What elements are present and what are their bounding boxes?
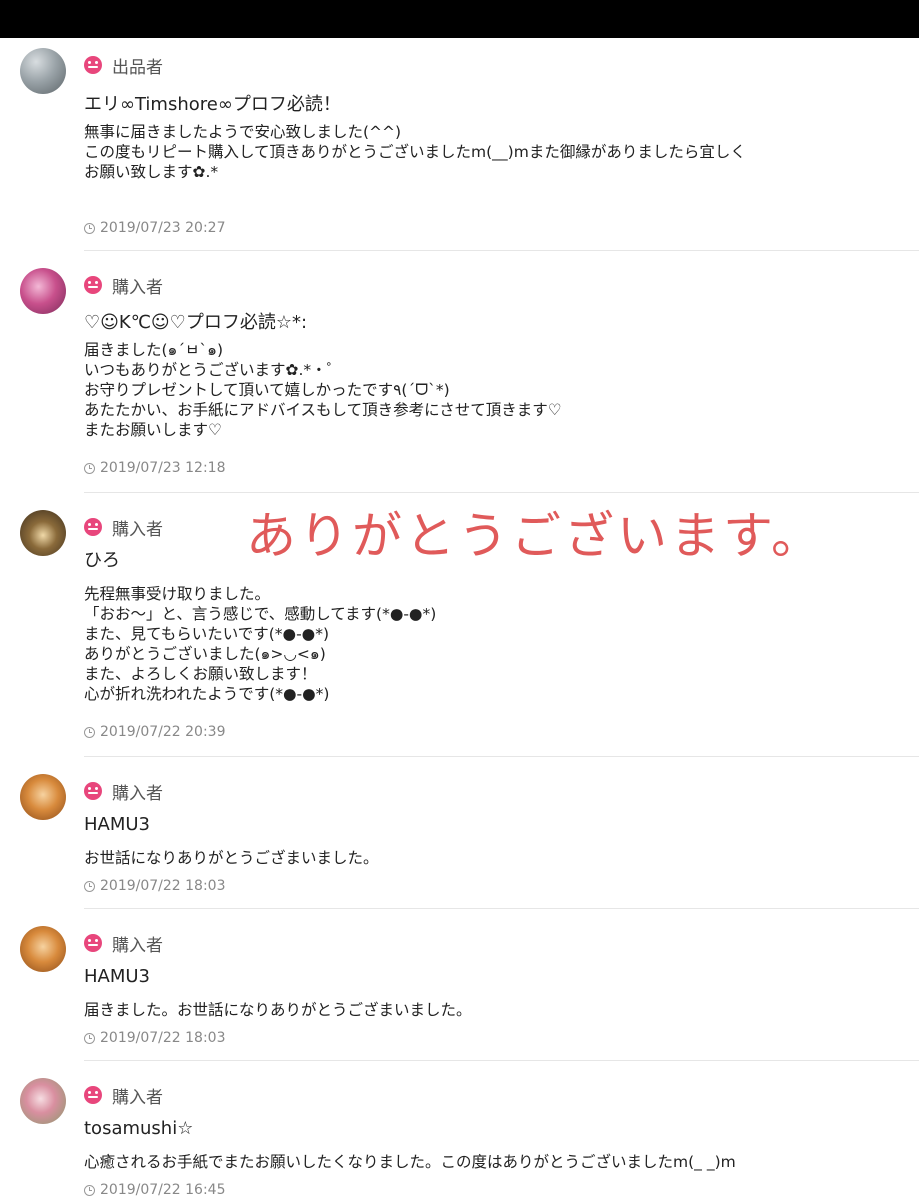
avatar[interactable] bbox=[20, 268, 66, 314]
username[interactable]: エリ∞Timshore∞プロフ必読！ bbox=[84, 90, 341, 116]
timestamp-text: 2019/07/23 20:27 bbox=[100, 220, 226, 236]
review-item: 購入者 ひろ 先程無事受け取りました。 「おお〜」と、言う感じで、感動してます(… bbox=[0, 510, 919, 750]
divider bbox=[84, 492, 919, 493]
timestamp-text: 2019/07/22 18:03 bbox=[100, 878, 226, 894]
clock-icon bbox=[84, 1032, 95, 1044]
role-row: 出品者 bbox=[84, 52, 163, 78]
avatar[interactable] bbox=[20, 774, 66, 820]
message-line: お守りプレゼントして頂いて嬉しかったです٩(ˊᗜˋ*) bbox=[84, 381, 450, 399]
message-line: またお願いします♡ bbox=[84, 421, 222, 439]
timestamp: 2019/07/22 18:03 bbox=[84, 1030, 226, 1046]
username[interactable]: ♡☺K℃☺♡プロフ必読☆*: bbox=[84, 308, 307, 334]
avatar[interactable] bbox=[20, 926, 66, 972]
role-row: 購入者 bbox=[84, 778, 163, 804]
role-label: 購入者 bbox=[112, 935, 163, 956]
role-label: 購入者 bbox=[112, 277, 163, 298]
timestamp-text: 2019/07/22 18:03 bbox=[100, 1030, 226, 1046]
timestamp: 2019/07/22 18:03 bbox=[84, 878, 226, 894]
smiley-face-icon bbox=[84, 934, 102, 952]
timestamp: 2019/07/23 20:27 bbox=[84, 220, 226, 236]
message-line: 「おお〜」と、言う感じで、感動してます(*●-●*) bbox=[84, 605, 437, 623]
message-line: いつもありがとうございます✿.*・゜ bbox=[84, 361, 343, 379]
smiley-face-icon bbox=[84, 276, 102, 294]
message-line: 先程無事受け取りました。 bbox=[84, 585, 271, 603]
timestamp-text: 2019/07/23 12:18 bbox=[100, 460, 226, 476]
message-line: お願い致します✿.* bbox=[84, 163, 219, 181]
message-line: 届きました(๑´ㅂ`๑) bbox=[84, 341, 224, 359]
avatar[interactable] bbox=[20, 48, 66, 94]
role-label: 購入者 bbox=[112, 519, 163, 540]
review-message: 届きました。お世話になりありがとうござまいました。 bbox=[84, 1000, 472, 1020]
message-line: お世話になりありがとうござまいました。 bbox=[84, 849, 379, 867]
review-message: 心癒されるお手紙でまたお願いしたくなりました。この度はありがとうございましたm(… bbox=[84, 1152, 736, 1172]
review-item: 購入者 HAMU3 お世話になりありがとうござまいました。 2019/07/22… bbox=[0, 774, 919, 894]
smiley-face-icon bbox=[84, 56, 102, 74]
username[interactable]: ひろ bbox=[84, 546, 120, 572]
review-item: 出品者 エリ∞Timshore∞プロフ必読！ 無事に届きましたようで安心致しまし… bbox=[0, 48, 919, 258]
username[interactable]: HAMU3 bbox=[84, 814, 150, 835]
timestamp: 2019/07/22 16:45 bbox=[84, 1182, 226, 1198]
clock-icon bbox=[84, 726, 95, 738]
clock-icon bbox=[84, 880, 95, 892]
message-line: 届きました。お世話になりありがとうござまいました。 bbox=[84, 1001, 472, 1019]
role-label: 出品者 bbox=[112, 57, 163, 78]
timestamp-text: 2019/07/22 16:45 bbox=[100, 1182, 226, 1198]
role-row: 購入者 bbox=[84, 514, 163, 540]
review-message: お世話になりありがとうござまいました。 bbox=[84, 848, 379, 868]
review-message: 先程無事受け取りました。 「おお〜」と、言う感じで、感動してます(*●-●*) … bbox=[84, 584, 436, 704]
smiley-face-icon bbox=[84, 1086, 102, 1104]
role-label: 購入者 bbox=[112, 783, 163, 804]
review-message: 無事に届きましたようで安心致しました(^^) この度もリピート購入して頂きありが… bbox=[84, 122, 746, 182]
message-line: 無事に届きましたようで安心致しました(^^) bbox=[84, 123, 402, 141]
review-message: 届きました(๑´ㅂ`๑) いつもありがとうございます✿.*・゜ お守りプレゼント… bbox=[84, 340, 562, 440]
role-row: 購入者 bbox=[84, 272, 163, 298]
divider bbox=[84, 1060, 919, 1061]
smiley-face-icon bbox=[84, 518, 102, 536]
timestamp-text: 2019/07/22 20:39 bbox=[100, 724, 226, 740]
divider bbox=[84, 756, 919, 757]
role-label: 購入者 bbox=[112, 1087, 163, 1108]
review-item: 購入者 HAMU3 届きました。お世話になりありがとうござまいました。 2019… bbox=[0, 926, 919, 1046]
clock-icon bbox=[84, 1184, 95, 1196]
username[interactable]: HAMU3 bbox=[84, 966, 150, 987]
status-bar bbox=[0, 0, 919, 38]
smiley-face-icon bbox=[84, 782, 102, 800]
timestamp: 2019/07/22 20:39 bbox=[84, 724, 226, 740]
message-line: また、見てもらいたいです(*●-●*) bbox=[84, 625, 329, 643]
timestamp: 2019/07/23 12:18 bbox=[84, 460, 226, 476]
review-item: 購入者 tosamushi☆ 心癒されるお手紙でまたお願いしたくなりました。この… bbox=[0, 1078, 919, 1200]
message-line: この度もリピート購入して頂きありがとうございましたm(__)mまた御縁がありまし… bbox=[84, 143, 746, 161]
clock-icon bbox=[84, 462, 95, 474]
review-item: 購入者 ♡☺K℃☺♡プロフ必読☆*: 届きました(๑´ㅂ`๑) いつもありがとう… bbox=[0, 268, 919, 488]
avatar[interactable] bbox=[20, 510, 66, 556]
clock-icon bbox=[84, 222, 95, 234]
role-row: 購入者 bbox=[84, 1082, 163, 1108]
divider bbox=[84, 908, 919, 909]
message-line: あたたかい、お手紙にアドバイスもして頂き参考にさせて頂きます♡ bbox=[84, 401, 562, 419]
message-line: また、よろしくお願い致します！ bbox=[84, 665, 317, 683]
message-line: ありがとうございました(๑>◡<๑) bbox=[84, 645, 326, 663]
role-row: 購入者 bbox=[84, 930, 163, 956]
divider bbox=[84, 250, 919, 251]
message-line: 心が折れ洗われたようです(*●-●*) bbox=[84, 685, 330, 703]
avatar[interactable] bbox=[20, 1078, 66, 1124]
username[interactable]: tosamushi☆ bbox=[84, 1118, 193, 1139]
message-line: 心癒されるお手紙でまたお願いしたくなりました。この度はありがとうございましたm(… bbox=[84, 1153, 736, 1171]
